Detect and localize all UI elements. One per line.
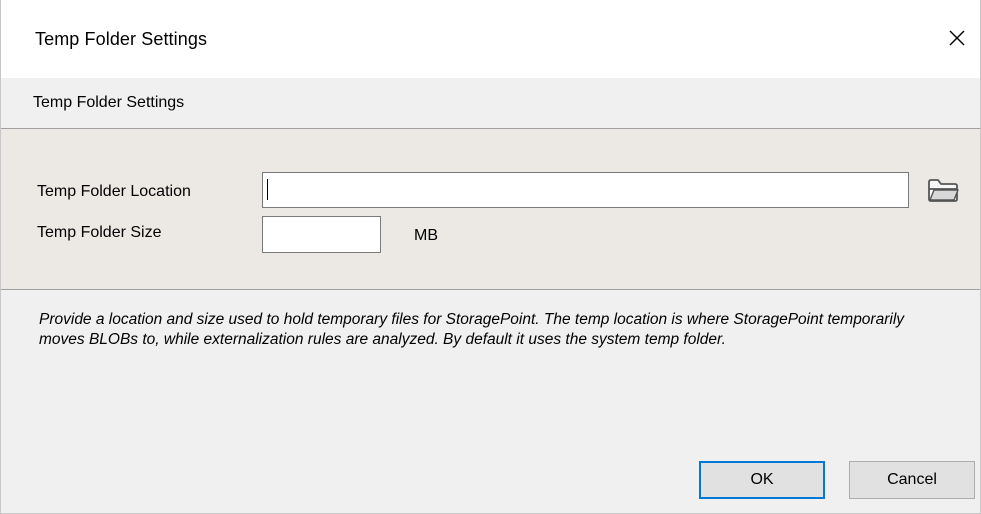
- ok-button[interactable]: OK: [699, 461, 825, 499]
- temp-folder-location-input[interactable]: [262, 172, 909, 208]
- close-icon: [949, 30, 965, 46]
- text-caret: [267, 179, 268, 200]
- size-unit-label: MB: [414, 227, 438, 244]
- header-title: Temp Folder Settings: [33, 94, 185, 111]
- window-title: Temp Folder Settings: [35, 29, 208, 49]
- temp-folder-location-label: Temp Folder Location: [37, 183, 191, 200]
- browse-folder-button[interactable]: [923, 173, 963, 207]
- temp-folder-size-label: Temp Folder Size: [37, 224, 162, 241]
- description-text: Provide a location and size used to hold…: [39, 311, 905, 348]
- temp-folder-settings-dialog: Temp Folder Settings Temp Folder Setting…: [0, 0, 981, 514]
- temp-folder-size-input[interactable]: [262, 216, 381, 253]
- settings-panel: Temp Folder Location Temp Folder Size MB: [1, 129, 980, 290]
- title-bar: Temp Folder Settings: [1, 0, 980, 78]
- cancel-button[interactable]: Cancel: [849, 461, 975, 499]
- close-button[interactable]: [934, 13, 980, 63]
- dialog-header: Temp Folder Settings: [1, 78, 980, 129]
- folder-icon: [928, 179, 959, 202]
